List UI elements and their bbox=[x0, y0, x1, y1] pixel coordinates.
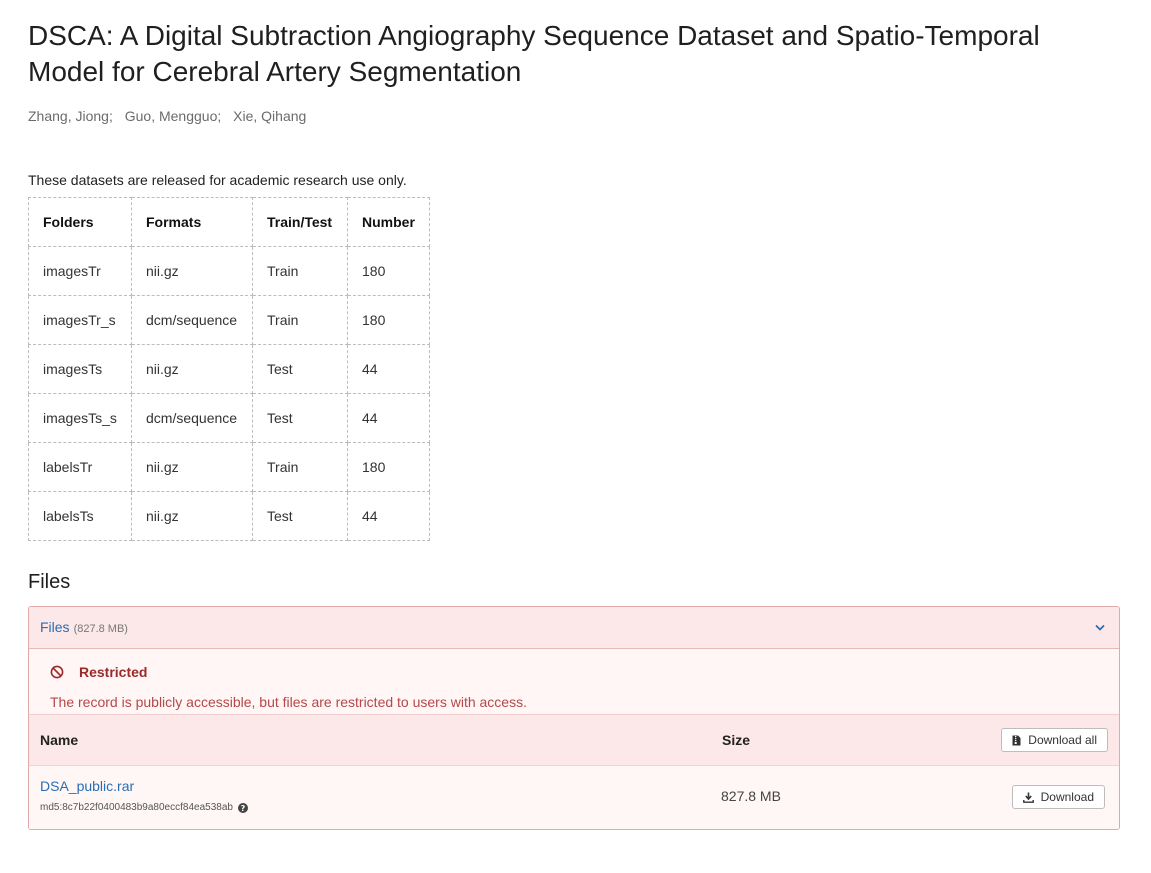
table-cell: imagesTr bbox=[28, 246, 132, 296]
table-cell: Train bbox=[252, 246, 348, 296]
table-cell: 44 bbox=[347, 491, 430, 541]
restricted-title: Restricted bbox=[79, 664, 148, 680]
table-cell: Train bbox=[252, 295, 348, 345]
column-header: Train/Test bbox=[252, 197, 348, 247]
file-name-link[interactable]: DSA_public.rar bbox=[40, 778, 134, 794]
author[interactable]: Xie, Qihang bbox=[233, 108, 306, 124]
column-header: Folders bbox=[28, 197, 132, 247]
table-cell: dcm/sequence bbox=[131, 393, 253, 443]
download-button[interactable]: Download bbox=[1011, 785, 1105, 809]
table-cell: labelsTr bbox=[28, 442, 132, 492]
table-cell: nii.gz bbox=[131, 246, 253, 296]
table-row: labelsTr nii.gz Train 180 bbox=[28, 442, 430, 492]
table-cell: 180 bbox=[347, 442, 430, 492]
record-page: DSCA: A Digital Subtraction Angiography … bbox=[0, 0, 1151, 830]
ban-icon bbox=[50, 665, 64, 679]
table-row: imagesTs_s dcm/sequence Test 44 bbox=[28, 393, 430, 443]
table-cell: imagesTs bbox=[28, 344, 132, 394]
file-checksum: md5:8c7b22f0400483b9a80eccf84ea538ab ? bbox=[40, 802, 248, 813]
usage-notice: These datasets are released for academic… bbox=[28, 172, 407, 188]
table-row: imagesTr_s dcm/sequence Train 180 bbox=[28, 295, 430, 345]
download-all-button[interactable]: Download all bbox=[1001, 728, 1108, 752]
file-row: DSA_public.rar md5:8c7b22f0400483b9a80ec… bbox=[29, 766, 1119, 829]
restricted-description: The record is publicly accessible, but f… bbox=[50, 694, 527, 710]
author[interactable]: Zhang, Jiong bbox=[28, 108, 109, 124]
files-panel-toggle-link[interactable]: Files bbox=[40, 619, 70, 635]
table-cell: 44 bbox=[347, 344, 430, 394]
page-title: DSCA: A Digital Subtraction Angiography … bbox=[28, 20, 1040, 87]
table-cell: imagesTr_s bbox=[28, 295, 132, 345]
table-row: labelsTs nii.gz Test 44 bbox=[28, 491, 430, 541]
table-cell: 180 bbox=[347, 295, 430, 345]
table-row: imagesTs nii.gz Test 44 bbox=[28, 344, 430, 394]
restricted-message-box: Restricted The record is publicly access… bbox=[29, 649, 1119, 715]
table-cell: labelsTs bbox=[28, 491, 132, 541]
file-archive-icon bbox=[1012, 735, 1021, 746]
table-cell: dcm/sequence bbox=[131, 295, 253, 345]
download-icon bbox=[1022, 792, 1034, 803]
column-header-name: Name bbox=[40, 732, 79, 748]
table-cell: nii.gz bbox=[131, 344, 253, 394]
files-panel-header[interactable]: Files (827.8 MB) bbox=[29, 607, 1119, 649]
table-cell: Train bbox=[252, 442, 348, 492]
file-size: 827.8 MB bbox=[721, 788, 781, 804]
files-total-size: (827.8 MB) bbox=[73, 622, 128, 635]
column-header-size: Size bbox=[722, 732, 751, 748]
svg-text:?: ? bbox=[241, 804, 246, 813]
author-list: Zhang, Jiong; Guo, Mengguo; Xie, Qihang bbox=[28, 108, 307, 124]
table-cell: nii.gz bbox=[131, 491, 253, 541]
table-row: imagesTr nii.gz Train 180 bbox=[28, 246, 430, 296]
table-cell: 180 bbox=[347, 246, 430, 296]
author[interactable]: Guo, Mengguo bbox=[125, 108, 218, 124]
files-table-header: Name Size Download all bbox=[29, 715, 1119, 766]
table-header-row: Folders Formats Train/Test Number bbox=[28, 197, 430, 247]
table-cell: Test bbox=[252, 491, 348, 541]
table-cell: Test bbox=[252, 393, 348, 443]
files-heading: Files bbox=[28, 571, 71, 593]
column-header: Number bbox=[347, 197, 430, 247]
chevron-down-icon[interactable] bbox=[1092, 620, 1108, 636]
table-cell: 44 bbox=[347, 393, 430, 443]
table-cell: Test bbox=[252, 344, 348, 394]
table-cell: nii.gz bbox=[131, 442, 253, 492]
table-cell: imagesTs_s bbox=[28, 393, 132, 443]
dataset-table: Folders Formats Train/Test Number images… bbox=[28, 197, 430, 541]
column-header: Formats bbox=[131, 197, 253, 247]
files-panel: Files (827.8 MB) Restricted The record is… bbox=[28, 606, 1120, 830]
question-circle-icon[interactable]: ? bbox=[237, 802, 248, 813]
